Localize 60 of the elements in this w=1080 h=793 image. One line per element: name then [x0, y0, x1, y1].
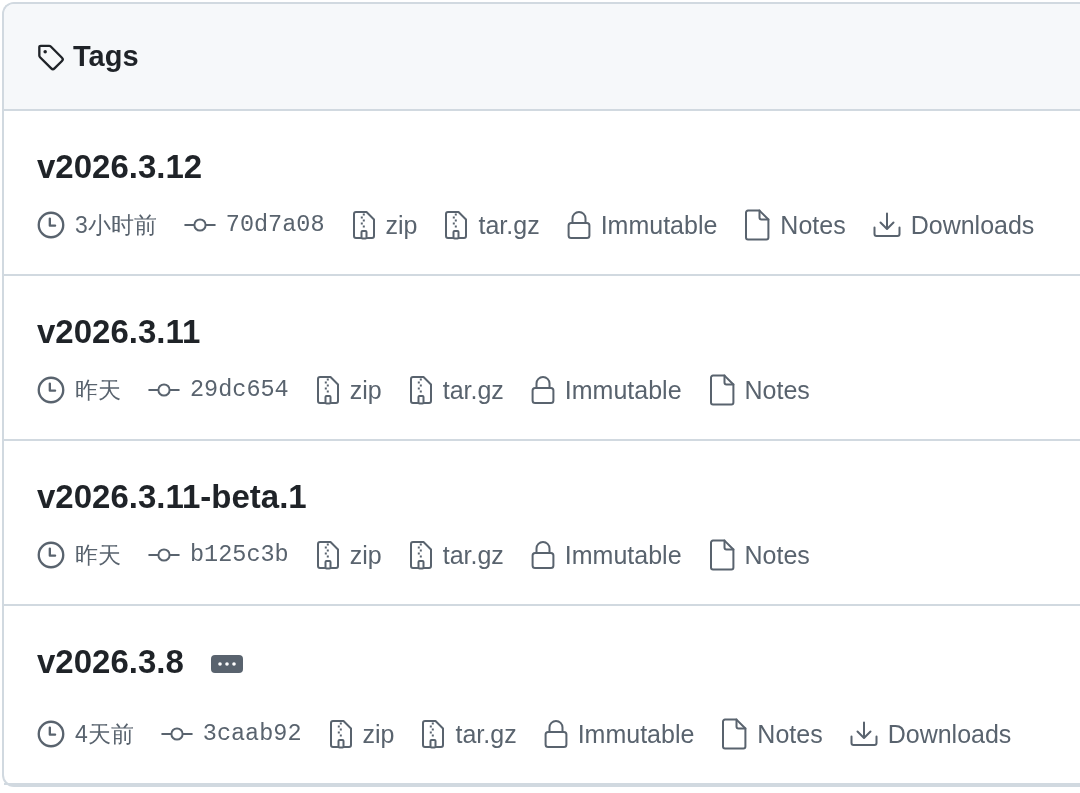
lock-icon — [530, 540, 555, 570]
clock-icon — [37, 720, 65, 748]
tarball-link[interactable]: tar.gz — [444, 209, 540, 241]
commit-icon — [148, 382, 180, 398]
zip-file-icon — [351, 210, 376, 240]
time-text: 4天前 — [75, 720, 134, 749]
zip-link[interactable]: zip — [315, 374, 382, 406]
lock-icon — [543, 719, 568, 749]
tag-icon — [37, 42, 65, 71]
time-text: 3小时前 — [75, 211, 157, 240]
zip-file-icon — [315, 540, 340, 570]
zip-file-icon — [408, 540, 433, 570]
tag-name-link[interactable]: v2026.3.8 — [37, 642, 184, 682]
zip-file-icon — [408, 375, 433, 405]
clock-icon — [37, 211, 65, 239]
commit-link[interactable]: b125c3b — [148, 539, 289, 571]
zip-link[interactable]: zip — [315, 539, 382, 571]
immutable-label: Immutable — [600, 210, 718, 241]
notes-link[interactable]: Notes — [721, 718, 823, 750]
file-icon — [744, 209, 771, 241]
tarball-link[interactable]: tar.gz — [421, 718, 517, 750]
download-icon — [872, 212, 901, 238]
commit-link[interactable]: 29dc654 — [148, 374, 289, 406]
tag-name-link[interactable]: v2026.3.11 — [37, 312, 201, 352]
immutable-label: Immutable — [564, 375, 682, 406]
time-text: 昨天 — [75, 541, 121, 570]
tag-name-link[interactable]: v2026.3.11-beta.1 — [37, 477, 307, 517]
panel-title: Tags — [73, 38, 139, 74]
file-icon — [721, 718, 748, 750]
notes-link[interactable]: Notes — [708, 539, 810, 571]
commit-icon — [183, 217, 216, 233]
downloads-link[interactable]: Downloads — [872, 209, 1035, 241]
commit-icon — [148, 547, 180, 563]
immutable-label: Immutable — [577, 719, 695, 750]
tag-name-link[interactable]: v2026.3.12 — [37, 147, 203, 187]
file-icon — [708, 374, 735, 406]
immutable-label: Immutable — [564, 540, 682, 571]
tarball-link[interactable]: tar.gz — [408, 374, 504, 406]
commit-link[interactable]: 70d7a08 — [183, 209, 325, 241]
zip-file-icon — [328, 719, 353, 749]
ellipsis-icon — [217, 662, 236, 666]
zip-file-icon — [421, 719, 446, 749]
zip-file-icon — [444, 210, 469, 240]
zip-file-icon — [315, 375, 340, 405]
notes-link[interactable]: Notes — [708, 374, 810, 406]
file-icon — [708, 539, 735, 571]
lock-icon — [530, 375, 555, 405]
commit-icon — [160, 726, 193, 742]
zip-link[interactable]: zip — [351, 209, 418, 241]
lock-icon — [566, 210, 591, 240]
tarball-link[interactable]: tar.gz — [408, 539, 504, 571]
ellipsis-button[interactable] — [210, 655, 243, 673]
time-text: 昨天 — [75, 376, 121, 405]
clock-icon — [37, 541, 65, 569]
zip-link[interactable]: zip — [328, 718, 395, 750]
downloads-link[interactable]: Downloads — [849, 718, 1012, 750]
download-icon — [849, 721, 878, 747]
clock-icon — [37, 376, 65, 404]
commit-link[interactable]: 3caab92 — [160, 718, 302, 750]
notes-link[interactable]: Notes — [744, 209, 846, 241]
